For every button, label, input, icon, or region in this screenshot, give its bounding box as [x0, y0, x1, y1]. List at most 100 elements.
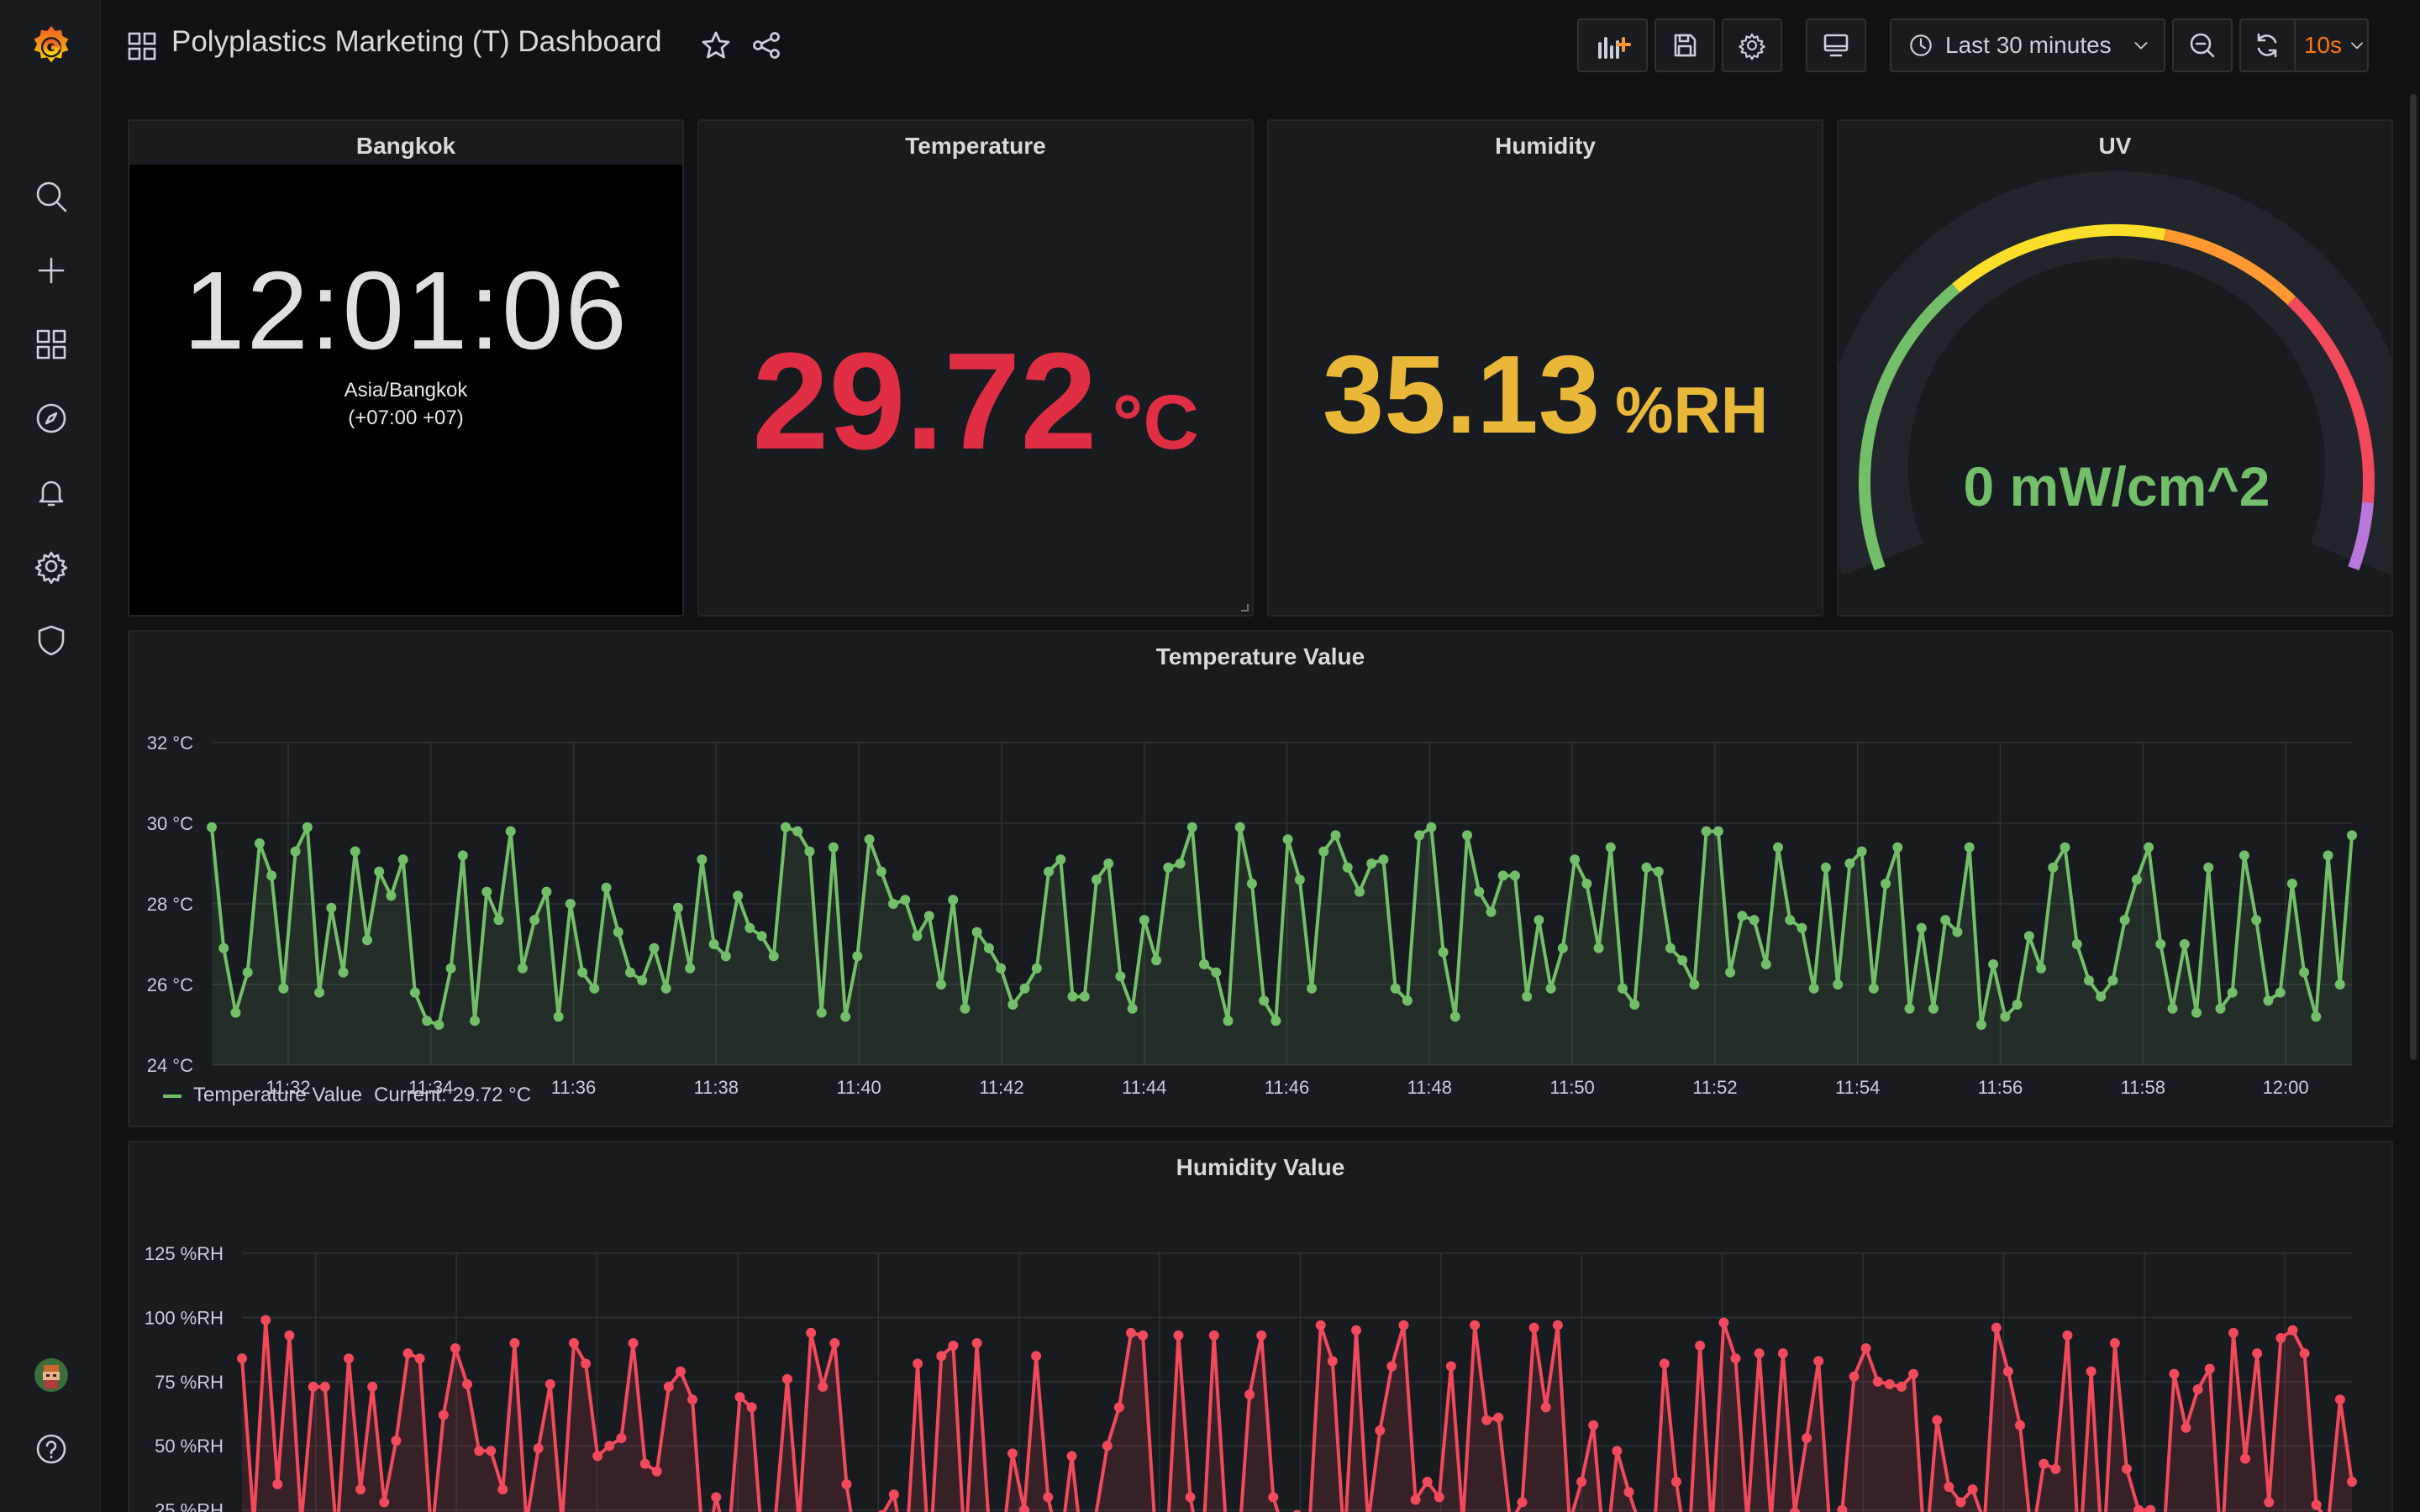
data-point[interactable]: [493, 915, 504, 926]
data-point[interactable]: [529, 915, 540, 926]
data-point[interactable]: [1718, 1317, 1729, 1328]
data-point[interactable]: [481, 886, 492, 897]
data-point[interactable]: [319, 1381, 330, 1392]
data-point[interactable]: [639, 1458, 650, 1469]
data-point[interactable]: [1173, 1330, 1184, 1341]
data-point[interactable]: [254, 838, 265, 848]
data-point[interactable]: [1199, 959, 1210, 969]
data-point[interactable]: [260, 1315, 271, 1326]
data-point[interactable]: [553, 1011, 564, 1022]
data-point[interactable]: [912, 931, 923, 942]
data-point[interactable]: [2215, 1003, 2226, 1014]
server-admin-shield-icon[interactable]: [25, 614, 77, 666]
data-point[interactable]: [1760, 959, 1771, 969]
data-point[interactable]: [1522, 991, 1533, 1002]
data-point[interactable]: [971, 927, 982, 937]
data-point[interactable]: [1294, 874, 1305, 885]
data-point[interactable]: [1315, 1320, 1326, 1331]
data-point[interactable]: [923, 911, 934, 921]
data-point[interactable]: [1754, 1348, 1765, 1359]
data-point[interactable]: [816, 1007, 827, 1018]
data-point[interactable]: [1126, 1327, 1137, 1338]
data-point[interactable]: [308, 1381, 318, 1392]
data-point[interactable]: [1593, 942, 1604, 953]
data-point[interactable]: [1833, 979, 1844, 990]
data-point[interactable]: [1659, 1358, 1670, 1369]
data-point[interactable]: [687, 1394, 698, 1405]
data-point[interactable]: [1043, 1492, 1054, 1503]
data-point[interactable]: [1102, 1441, 1113, 1452]
data-point[interactable]: [1163, 862, 1174, 873]
data-point[interactable]: [2048, 862, 2059, 873]
data-point[interactable]: [1327, 1356, 1338, 1367]
data-point[interactable]: [1612, 1446, 1623, 1457]
data-point[interactable]: [1434, 1492, 1444, 1503]
create-plus-icon[interactable]: [25, 244, 77, 297]
data-point[interactable]: [1629, 1000, 1640, 1010]
data-point[interactable]: [2263, 995, 2274, 1006]
data-point[interactable]: [278, 983, 289, 994]
data-point[interactable]: [672, 902, 683, 913]
data-point[interactable]: [391, 1436, 402, 1446]
data-point[interactable]: [367, 1381, 378, 1392]
data-point[interactable]: [1268, 1492, 1279, 1503]
data-point[interactable]: [792, 826, 803, 837]
data-point[interactable]: [1868, 983, 1879, 994]
data-point[interactable]: [781, 1373, 792, 1384]
data-point[interactable]: [685, 963, 696, 974]
data-point[interactable]: [651, 1466, 662, 1477]
data-point[interactable]: [2240, 1453, 2251, 1464]
data-point[interactable]: [350, 846, 360, 857]
data-point[interactable]: [888, 899, 899, 909]
data-point[interactable]: [1785, 915, 1796, 926]
data-point[interactable]: [744, 922, 755, 933]
data-point[interactable]: [2039, 1458, 2049, 1469]
data-point[interactable]: [2228, 1327, 2238, 1338]
data-point[interactable]: [913, 1358, 923, 1369]
data-point[interactable]: [2050, 1463, 2061, 1474]
data-point[interactable]: [1138, 1330, 1149, 1341]
data-point[interactable]: [2167, 1003, 2178, 1014]
data-point[interactable]: [2015, 1420, 2026, 1431]
data-point[interactable]: [733, 890, 744, 901]
data-point[interactable]: [2192, 1383, 2203, 1394]
data-point[interactable]: [1175, 858, 1186, 869]
data-point[interactable]: [1244, 1389, 1255, 1400]
data-point[interactable]: [1552, 1320, 1563, 1331]
data-point[interactable]: [414, 1353, 425, 1364]
data-point[interactable]: [1712, 826, 1723, 837]
data-point[interactable]: [1975, 1020, 1986, 1030]
data-point[interactable]: [1896, 1381, 1907, 1392]
data-point[interactable]: [1964, 842, 1975, 853]
data-point[interactable]: [2227, 987, 2238, 998]
view-mode-button[interactable]: [1806, 18, 1866, 72]
data-point[interactable]: [2000, 1011, 2011, 1022]
data-point[interactable]: [2311, 1011, 2322, 1022]
data-point[interactable]: [1386, 1361, 1397, 1372]
data-point[interactable]: [637, 975, 648, 986]
refresh-button[interactable]: [2241, 20, 2296, 71]
star-icon[interactable]: [699, 29, 733, 62]
data-point[interactable]: [1802, 1433, 1812, 1444]
data-point[interactable]: [1576, 1476, 1587, 1487]
temperature-stat-panel[interactable]: Temperature 29.72 °C: [697, 119, 1254, 617]
data-point[interactable]: [1509, 870, 1520, 881]
data-point[interactable]: [996, 963, 1007, 974]
data-point[interactable]: [1185, 1492, 1196, 1503]
data-point[interactable]: [1623, 1487, 1634, 1498]
data-point[interactable]: [1725, 967, 1736, 978]
data-point[interactable]: [533, 1443, 544, 1454]
data-point[interactable]: [577, 967, 588, 978]
data-point[interactable]: [343, 1353, 354, 1364]
data-point[interactable]: [2204, 1363, 2215, 1374]
data-point[interactable]: [1091, 874, 1102, 885]
data-point[interactable]: [409, 987, 420, 998]
data-point[interactable]: [613, 927, 623, 937]
data-point[interactable]: [1517, 1497, 1528, 1508]
data-point[interactable]: [1904, 1003, 1915, 1014]
data-point[interactable]: [1497, 870, 1508, 881]
data-point[interactable]: [1330, 830, 1341, 841]
data-point[interactable]: [290, 846, 301, 857]
data-point[interactable]: [2107, 975, 2118, 986]
data-point[interactable]: [649, 942, 660, 953]
